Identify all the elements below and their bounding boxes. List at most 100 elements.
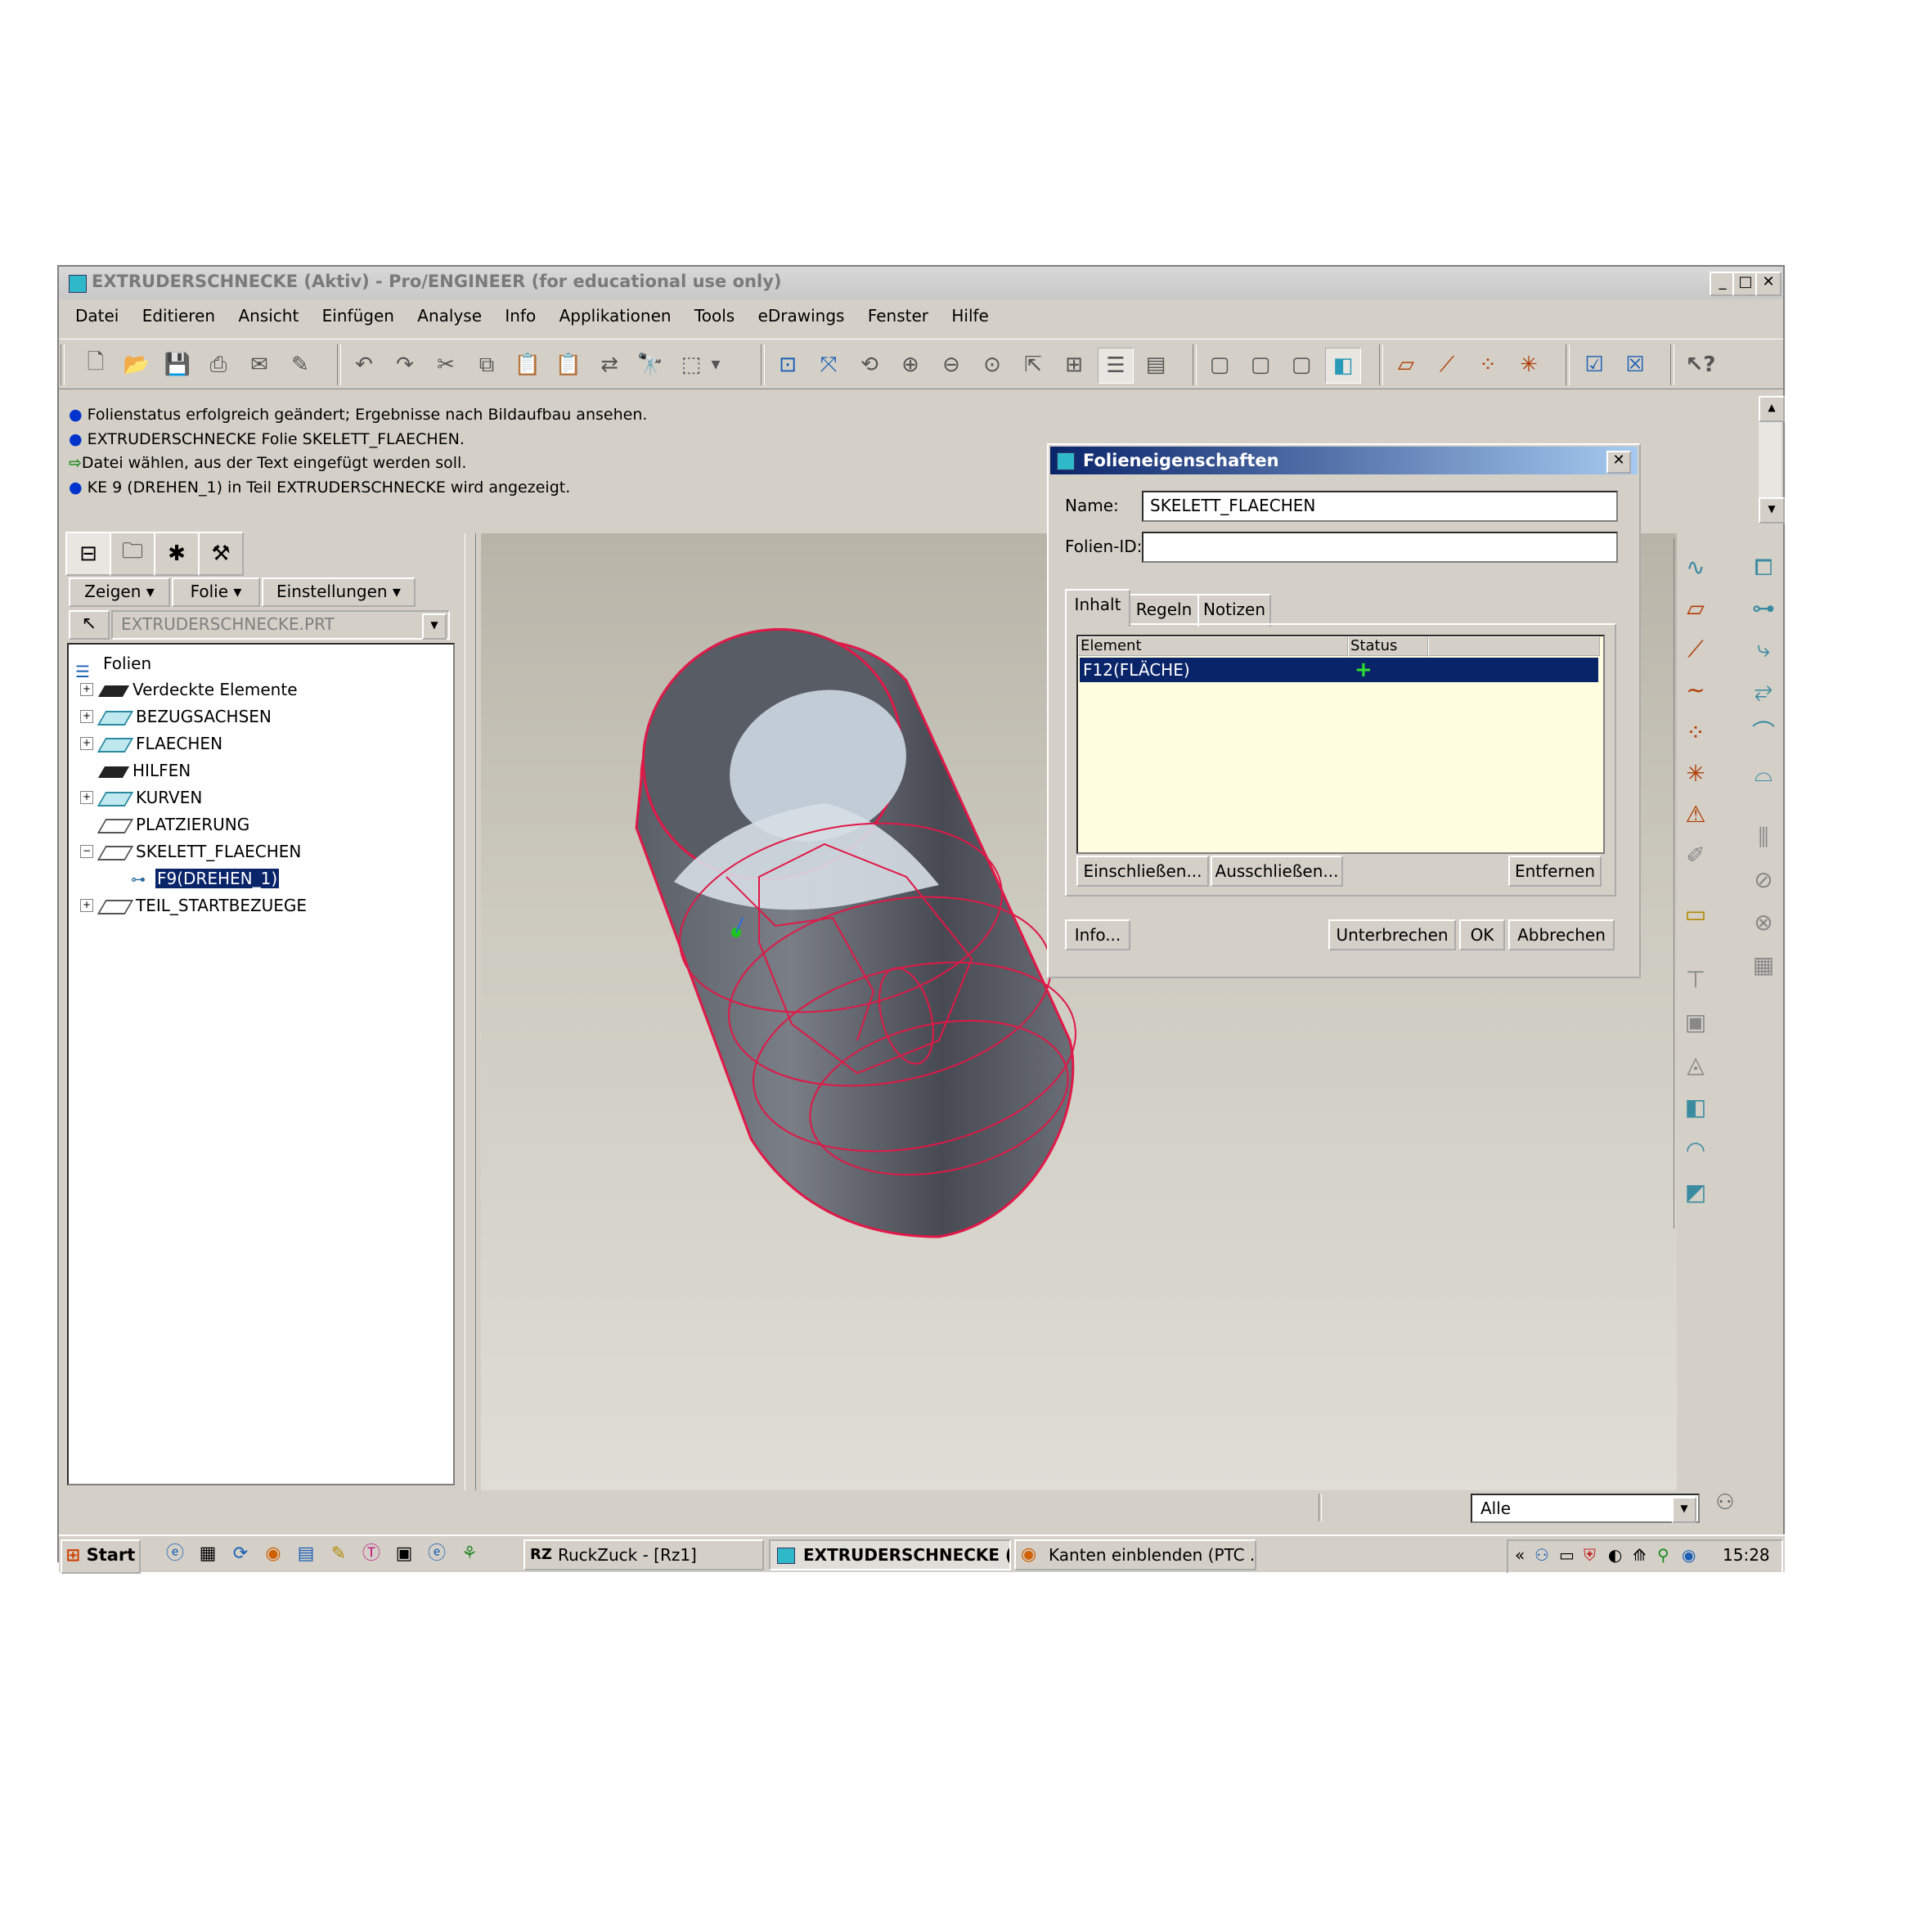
paste-icon[interactable]: 📋 xyxy=(510,348,545,382)
saved-views-icon[interactable]: ⊞ xyxy=(1057,348,1091,382)
menu-analyse[interactable]: Analyse xyxy=(417,306,482,326)
boundary-tool-icon[interactable]: ⌒ xyxy=(1747,717,1780,749)
scroll-up-icon[interactable]: ▲ xyxy=(1759,396,1785,422)
traffic-light-icon[interactable]: ⚇ xyxy=(1713,1490,1737,1523)
expand-icon[interactable]: + xyxy=(80,791,93,804)
menu-hilfe[interactable]: Hilfe xyxy=(951,306,989,326)
start-button[interactable]: ⊞ Start xyxy=(61,1539,141,1574)
abbrechen-button[interactable]: Abbrechen xyxy=(1508,919,1615,950)
tree-item[interactable]: HILFEN xyxy=(97,758,191,783)
info-button[interactable]: Info... xyxy=(1065,919,1130,950)
menu-tools[interactable]: Tools xyxy=(694,306,735,326)
quicklaunch-ie-icon[interactable]: ⓔ xyxy=(425,1543,448,1566)
quicklaunch-desktop-icon[interactable]: ▦ xyxy=(196,1543,219,1566)
layers-icon[interactable]: ☰ xyxy=(1098,348,1134,384)
datum-axes-icon[interactable]: ⟋ xyxy=(1430,348,1464,382)
mirror-tool-icon[interactable]: ⫼ xyxy=(1747,821,1780,854)
coordinate-system-tool-icon[interactable]: ✳ xyxy=(1679,757,1712,790)
column-element[interactable]: Element xyxy=(1078,636,1348,656)
model-combo[interactable]: EXTRUDERSCHNECKE.PRT ▼ xyxy=(111,610,450,640)
shell-tool-icon[interactable]: ▣ xyxy=(1679,1006,1712,1039)
wireframe-icon[interactable]: ▢ xyxy=(1202,348,1237,382)
window-activate-icon[interactable]: ☑ xyxy=(1577,348,1611,382)
trim-tool-icon[interactable]: ⊗ xyxy=(1747,906,1780,939)
connections-tab-icon[interactable]: ⚒ xyxy=(198,532,244,576)
tray-volume-icon[interactable]: ◐ xyxy=(1608,1541,1622,1569)
tray-expand-icon[interactable]: « xyxy=(1515,1541,1525,1569)
tree-item[interactable]: FLAECHEN xyxy=(97,731,222,756)
quicklaunch-sync-icon[interactable]: ⟳ xyxy=(229,1543,252,1566)
tray-security-icon[interactable]: ⛨ xyxy=(1584,1541,1596,1569)
repaint-icon[interactable]: ⊡ xyxy=(771,348,805,382)
print-icon[interactable]: ⎙ xyxy=(201,348,236,382)
expand-icon[interactable]: + xyxy=(80,737,93,750)
tab-notizen[interactable]: Notizen xyxy=(1197,594,1271,627)
tray-monitor-icon[interactable]: ▭ xyxy=(1559,1541,1575,1569)
pattern-tool-icon[interactable]: ▦ xyxy=(1747,949,1780,982)
expand-icon[interactable]: + xyxy=(80,683,93,696)
sweep-tool-icon[interactable]: ⤷ xyxy=(1747,633,1780,666)
datum-plane-tool-icon[interactable]: ▱ xyxy=(1679,592,1712,625)
context-help-icon[interactable]: ↖? xyxy=(1683,348,1718,382)
menu-einfuegen[interactable]: Einfügen xyxy=(322,306,394,326)
column-status[interactable]: Status xyxy=(1348,636,1428,656)
tray-bluetooth-icon[interactable]: ◉ xyxy=(1682,1541,1696,1569)
menu-info[interactable]: Info xyxy=(505,306,536,326)
cut-icon[interactable]: ✂ xyxy=(429,348,463,382)
redo-icon[interactable]: ↷ xyxy=(388,348,422,382)
tree-root[interactable]: ☰ Folien xyxy=(75,651,151,681)
quicklaunch-firefox-icon[interactable]: ◉ xyxy=(262,1543,285,1566)
quicklaunch-t-icon[interactable]: Ⓣ xyxy=(360,1543,383,1566)
expand-icon[interactable]: + xyxy=(80,899,93,912)
combo-dropdown-icon[interactable]: ▼ xyxy=(422,613,447,640)
tree-item[interactable]: KURVEN xyxy=(97,785,202,810)
folien-id-field[interactable] xyxy=(1142,532,1618,563)
einschliessen-button[interactable]: Einschließen... xyxy=(1076,856,1209,887)
mail-attach-icon[interactable]: ✎ xyxy=(283,348,317,382)
quicklaunch-misc-icon[interactable]: ⚘ xyxy=(458,1543,481,1566)
round-tool-icon[interactable]: ◠ xyxy=(1679,1134,1712,1166)
select-arrow-icon[interactable]: ↖ xyxy=(69,610,110,640)
menu-applikationen[interactable]: Applikationen xyxy=(559,306,672,326)
filter-dropdown-icon[interactable]: ▼ xyxy=(1672,1497,1696,1523)
quicklaunch-window-icon[interactable]: ▣ xyxy=(393,1543,416,1566)
menu-ansicht[interactable]: Ansicht xyxy=(238,306,299,326)
view-manager-icon[interactable]: ▤ xyxy=(1139,348,1173,382)
tab-inhalt[interactable]: Inhalt xyxy=(1065,589,1130,627)
dialog-close-icon[interactable]: ✕ xyxy=(1606,451,1631,474)
collapse-icon[interactable]: − xyxy=(80,845,93,858)
menu-datei[interactable]: Datei xyxy=(75,306,119,326)
quicklaunch-docs-icon[interactable]: ▤ xyxy=(294,1543,317,1566)
quicklaunch-explorer-icon[interactable]: ⓔ xyxy=(164,1543,186,1566)
select-dropdown-icon[interactable]: ▼ xyxy=(707,348,725,382)
folder-browser-tab-icon[interactable]: 🗀 xyxy=(110,532,155,576)
window-close-icon[interactable]: ☒ xyxy=(1618,348,1652,382)
datum-analysis-icon[interactable]: ✐ xyxy=(1679,839,1712,872)
message-scrollbar[interactable]: ▲ ▼ xyxy=(1759,396,1785,523)
tray-wifi-icon[interactable]: ⚲ xyxy=(1657,1541,1669,1569)
tab-regeln[interactable]: Regeln xyxy=(1129,594,1199,627)
undo-icon[interactable]: ↶ xyxy=(347,348,381,382)
datum-curve-tool-icon[interactable]: ∼ xyxy=(1679,674,1712,707)
dialog-title-bar[interactable]: Folieneigenschaften ✕ xyxy=(1050,447,1638,474)
quicklaunch-tool-icon[interactable]: ✎ xyxy=(327,1543,350,1566)
tree-item[interactable]: TEIL_STARTBEZUEGE xyxy=(97,893,307,918)
menu-edrawings[interactable]: eDrawings xyxy=(758,306,845,326)
shading-icon[interactable]: ◧ xyxy=(1325,348,1361,384)
blend-tool-icon[interactable]: ⥂ xyxy=(1747,674,1780,707)
datum-planes-icon[interactable]: ▱ xyxy=(1389,348,1423,382)
datum-point-tool-icon[interactable]: ⁘ xyxy=(1679,717,1712,749)
zeigen-menu-button[interactable]: Zeigen ▾ xyxy=(69,577,170,607)
tree-item[interactable]: BEZUGSACHSEN xyxy=(97,704,272,729)
sketch-curve-icon[interactable]: ∿ xyxy=(1679,551,1712,584)
new-file-icon[interactable]: 🗋 xyxy=(79,348,113,382)
hidden-line-icon[interactable]: ▢ xyxy=(1243,348,1278,382)
expand-icon[interactable]: + xyxy=(80,710,93,723)
filter-combo[interactable]: Alle ▼ xyxy=(1471,1494,1700,1523)
select-box-icon[interactable]: ⬚ xyxy=(674,348,708,382)
einstellungen-menu-button[interactable]: Einstellungen ▾ xyxy=(262,577,416,607)
no-hidden-icon[interactable]: ▢ xyxy=(1284,348,1319,382)
reorient-icon[interactable]: ⇱ xyxy=(1016,348,1050,382)
datum-axis-tool-icon[interactable]: ⟋ xyxy=(1679,633,1712,666)
element-list[interactable]: Element Status F12(FLÄCHE) + xyxy=(1076,635,1605,854)
